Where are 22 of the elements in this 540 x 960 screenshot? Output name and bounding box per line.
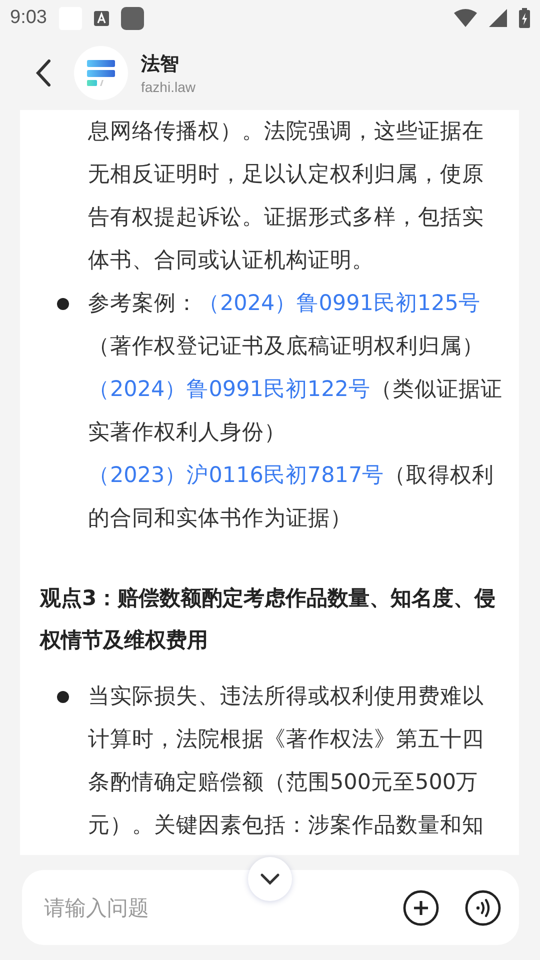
voice-button[interactable]: [465, 890, 501, 926]
add-button[interactable]: [403, 890, 439, 926]
section-heading: 观点3：赔偿数额酌定考虑作品数量、知名度、侵权情节及维权费用: [40, 585, 497, 654]
bullet-icon: [57, 690, 69, 702]
bullet-icon: [57, 298, 69, 310]
question-field[interactable]: 请输入问题: [42, 894, 242, 920]
case-link[interactable]: （2024）鲁0991民初125号: [198, 291, 480, 316]
clock: 9:03: [10, 7, 47, 29]
paragraph: 参考案例：（2024）鲁0991民初125号 （著作权登记证书及底稿证明权利归属） （2024）鲁0991民初122号（类似证据证实著作权利人身份） （2023）沪0116民初7817号（取得权利的合同和实体书作为证据）: [88, 290, 504, 533]
app-subtitle: fazhi.law: [141, 79, 196, 95]
translate-icon: [94, 10, 109, 26]
paragraph: 当实际损失、违法所得或权利使用费难以计算时，法院根据《著作权法》第五十四条酌情确定赔偿额（范围500元至500万元）。关键因素包括：涉案作品数量和知: [88, 683, 485, 840]
scroll-down-button[interactable]: [248, 857, 292, 901]
app-title: 法智: [141, 52, 180, 77]
battery-icon: [519, 8, 530, 28]
app-icon: [120, 6, 144, 30]
case-link[interactable]: （2023）沪0116民初7817号: [88, 463, 384, 488]
case-link[interactable]: （2024）鲁0991民初122号: [88, 377, 370, 402]
signal-icon: [489, 9, 507, 27]
wifi-icon: [454, 9, 477, 27]
chevron-down-icon: [260, 873, 280, 885]
paragraph: 息网络传播权）。法院强调，这些证据在无相反证明时，足以认定权利归属，使原告有权提起诉讼。证据形式多样，包括实体书、合同或认证机构证明。: [88, 118, 485, 275]
